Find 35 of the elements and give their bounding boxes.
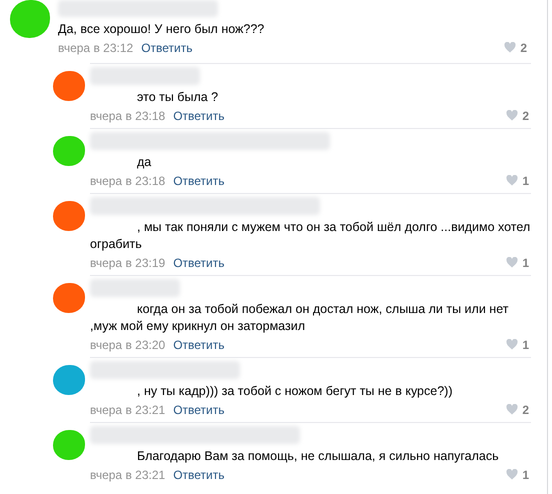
heart-icon bbox=[506, 175, 518, 186]
heart-icon bbox=[504, 42, 516, 53]
reply-link[interactable]: Ответить bbox=[173, 466, 224, 484]
reply-link[interactable]: Ответить bbox=[173, 106, 224, 124]
reply-link[interactable]: Ответить bbox=[141, 38, 192, 56]
like-count: 2 bbox=[520, 40, 527, 56]
heart-icon bbox=[506, 110, 518, 121]
comment-text: Да, все хорошо! У него был нож??? bbox=[58, 21, 266, 38]
like-count: 1 bbox=[522, 466, 529, 484]
comment-text: , ну ты кадр))) за тобой с ножом бегут ты не в курсе?)) bbox=[136, 383, 454, 400]
comment-time: вчера в 23:18 bbox=[90, 172, 166, 190]
comment-time: вчера в 23:12 bbox=[58, 40, 134, 56]
comment-time: вчера в 23:21 bbox=[90, 402, 166, 418]
comment-text: Благодарю Вам за помощь, не слышала, я сильно напугалась bbox=[136, 448, 500, 465]
comment-text: когда он за тобой побежал он достал нож, слыша ли ты или нет ,муж мой ему крикнул он затормазил bbox=[90, 301, 510, 335]
comment-time: вчера в 23:18 bbox=[90, 108, 166, 124]
reply-link[interactable]: Ответить bbox=[173, 254, 224, 272]
like-count: 1 bbox=[522, 254, 529, 272]
like-count: 1 bbox=[522, 336, 529, 354]
comment-text: , мы так поняли с мужем что он за тобой шёл долго ...видимо хотел ограбить bbox=[90, 219, 531, 253]
like-count: 1 bbox=[522, 172, 529, 190]
comment-time: вчера в 23:19 bbox=[90, 254, 166, 272]
like-count: 2 bbox=[522, 108, 529, 124]
reply-link[interactable]: Ответить bbox=[173, 400, 224, 418]
comment-time: вчера в 23:20 bbox=[90, 336, 166, 354]
comment-time: вчера в 23:21 bbox=[90, 466, 166, 484]
like-count: 2 bbox=[522, 402, 529, 418]
comment-text: да bbox=[136, 154, 152, 171]
reply-link[interactable]: Ответить bbox=[173, 172, 224, 190]
heart-icon bbox=[506, 469, 518, 480]
heart-icon bbox=[506, 339, 518, 350]
heart-icon bbox=[506, 257, 518, 268]
heart-icon bbox=[506, 404, 518, 415]
comment-text: это ты была ? bbox=[136, 89, 220, 106]
reply-link[interactable]: Ответить bbox=[173, 336, 224, 354]
